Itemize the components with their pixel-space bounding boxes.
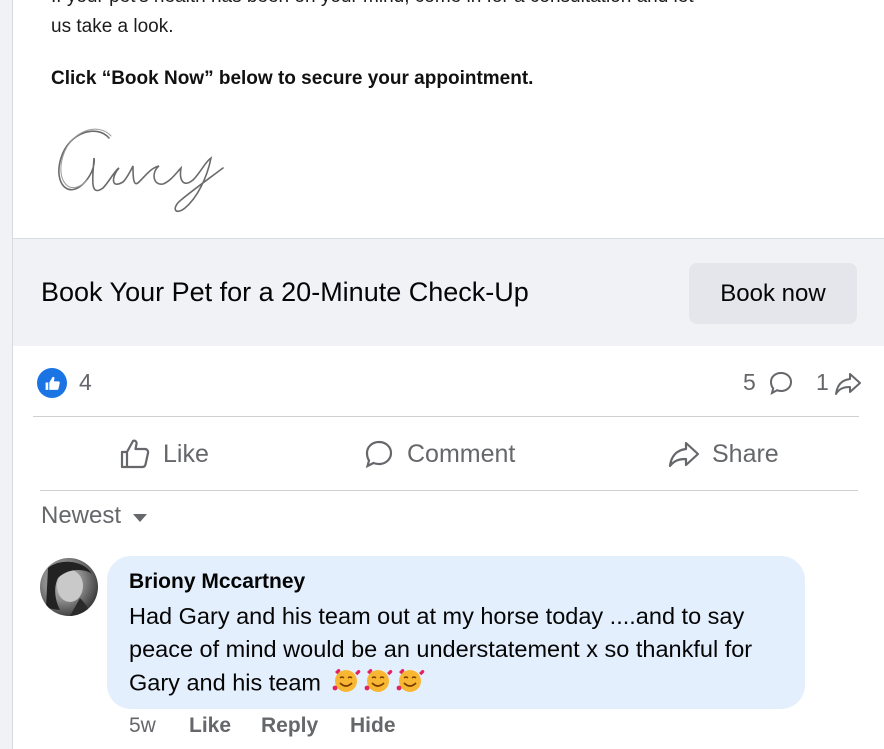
comment-bubble-icon: [769, 371, 793, 396]
comment-count[interactable]: 5: [743, 369, 756, 396]
comment-bubble: Briony Mccartney Had Gary and his team o…: [107, 556, 805, 709]
comment-sort-label: Newest: [41, 502, 122, 529]
share-arrow-icon: [835, 373, 861, 395]
caret-down-icon: [133, 514, 148, 522]
share-action-label: Share: [712, 439, 779, 468]
comment-reply-link[interactable]: Reply: [261, 714, 318, 738]
comment-author[interactable]: Briony Mccartney: [129, 570, 305, 594]
reaction-stats: 4 5 1: [35, 358, 867, 408]
divider: [33, 416, 859, 417]
comment-text: Had Gary and his team out at my horse to…: [129, 600, 799, 703]
post-cta-text: Click “Book Now” below to secure your ap…: [51, 68, 534, 89]
like-action-label: Like: [163, 439, 209, 468]
like-reaction-icon[interactable]: [37, 368, 67, 398]
comment-action-label: Comment: [407, 439, 516, 468]
comment-action-button[interactable]: Comment: [363, 432, 515, 476]
comment-timestamp[interactable]: 5w: [129, 714, 156, 738]
book-now-button[interactable]: Book now: [689, 263, 857, 324]
left-page-edge: [0, 0, 13, 749]
divider: [40, 490, 858, 491]
link-preview-title[interactable]: Book Your Pet for a 20-Minute Check-Up: [41, 277, 529, 308]
share-icon: [668, 441, 700, 468]
thumbs-up-icon: [120, 439, 150, 469]
smiling-face-with-hearts-icon: [332, 666, 428, 703]
comment-like-link[interactable]: Like: [189, 714, 231, 738]
like-count[interactable]: 4: [79, 369, 92, 396]
like-action-button[interactable]: Like: [119, 432, 209, 476]
comment-body: Had Gary and his team out at my horse to…: [129, 603, 753, 696]
comment-hide-link[interactable]: Hide: [350, 714, 396, 738]
gary-signature: [58, 128, 224, 213]
link-preview[interactable]: Book Your Pet for a 20-Minute Check-Up B…: [13, 238, 884, 346]
comment-sort-dropdown[interactable]: Newest: [41, 502, 148, 530]
post-body-line: us take a look.: [51, 16, 174, 37]
share-count[interactable]: 1: [816, 369, 829, 396]
comment-icon: [365, 440, 393, 469]
avatar[interactable]: [40, 558, 98, 616]
post-card: If your pet's health has been on your mi…: [13, 0, 884, 749]
post-body-line: If your pet's health has been on your mi…: [51, 0, 871, 8]
share-action-button[interactable]: Share: [668, 432, 779, 476]
